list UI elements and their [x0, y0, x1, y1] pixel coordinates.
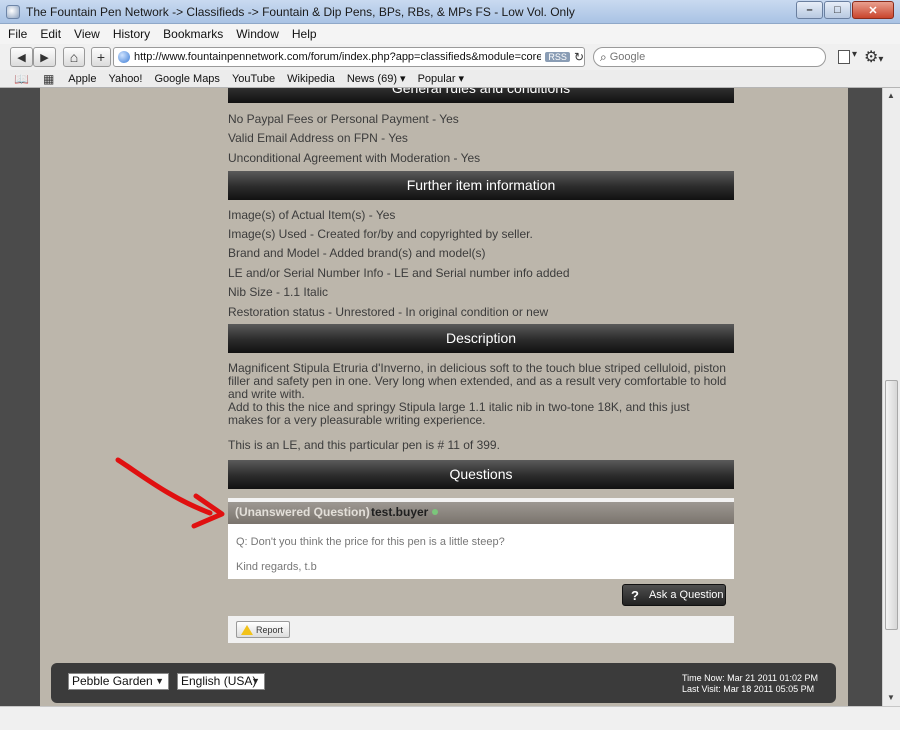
window-title: The Fountain Pen Network -> Classifieds …: [26, 5, 575, 19]
question-status: (Unanswered Question): [235, 505, 370, 519]
gear-icon[interactable]: ⚙▾: [864, 47, 883, 67]
last-visit: Last Visit: Mar 18 2011 05:05 PM: [681, 684, 815, 694]
minimize-button[interactable]: –: [796, 1, 823, 19]
further-info-line: Brand and Model - Added brand(s) and mod…: [228, 246, 486, 260]
question-signoff: Kind regards, t.b: [236, 561, 317, 573]
menu-file[interactable]: File: [8, 27, 27, 41]
gear-glyph: ⚙: [864, 49, 879, 66]
gear-caret: ▾: [878, 54, 884, 65]
language-select[interactable]: English (USA) ▼: [177, 673, 265, 690]
menu-bookmarks[interactable]: Bookmarks: [163, 27, 223, 41]
bookmark-news[interactable]: News (69) ▾: [347, 72, 406, 85]
menu-window[interactable]: Window: [236, 27, 279, 41]
bookmark-apple[interactable]: Apple: [68, 73, 96, 85]
description-paragraph: Add to this the nice and springy Stipula…: [228, 400, 690, 427]
language-select-value: English (USA): [181, 674, 257, 688]
bookmark-popular[interactable]: Popular ▾: [418, 72, 465, 85]
question-card-header: (Unanswered Question) test.buyer: [228, 498, 734, 524]
question-mark-icon: ?: [631, 587, 639, 603]
question-author[interactable]: test.buyer: [371, 505, 428, 519]
scroll-up-icon[interactable]: ▲: [887, 91, 895, 100]
menu-edit[interactable]: Edit: [40, 27, 61, 41]
general-rule-line: No Paypal Fees or Personal Payment - Yes: [228, 112, 459, 126]
questions-header: Questions: [228, 460, 734, 489]
search-icon: ⌕: [600, 49, 607, 64]
home-button[interactable]: ⌂: [63, 47, 85, 67]
menu-history[interactable]: History: [113, 27, 150, 41]
general-rule-line: Unconditional Agreement with Moderation …: [228, 151, 481, 165]
search-input[interactable]: [609, 51, 810, 63]
report-bar: Report: [228, 616, 734, 643]
time-info: Time Now: Mar 21 2011 01:02 PM Last Visi…: [682, 673, 818, 695]
page-menu-icon[interactable]: [838, 49, 857, 64]
further-info-line: Image(s) of Actual Item(s) - Yes: [228, 208, 396, 222]
description-paragraph: This is an LE, and this particular pen i…: [228, 438, 500, 452]
bookmark-wikipedia[interactable]: Wikipedia: [287, 73, 335, 85]
scrollbar-thumb[interactable]: [885, 380, 898, 630]
window-controls: – □ ✕: [795, 1, 894, 19]
further-info-line: Restoration status - Unrestored - In ori…: [228, 305, 549, 319]
menu-bar: File Edit View History Bookmarks Window …: [0, 24, 900, 44]
skin-select-value: Pebble Garden: [72, 674, 153, 688]
search-box[interactable]: ⌕: [593, 47, 826, 67]
add-bookmark-button[interactable]: +: [91, 47, 111, 67]
globe-icon: [118, 51, 130, 63]
further-info-line: Nib Size - 1.1 Italic: [228, 285, 329, 299]
question-text: Q: Don't you think the price for this pe…: [236, 536, 505, 548]
url-text[interactable]: http://www.fountainpennetwork.com/forum/…: [134, 51, 541, 63]
report-button[interactable]: Report: [236, 621, 290, 638]
vertical-scrollbar[interactable]: ▲ ▼: [882, 88, 900, 706]
chevron-down-icon: ▼: [251, 676, 260, 686]
rss-badge[interactable]: RSS: [545, 52, 570, 62]
browser-icon: [6, 5, 20, 19]
bookmark-google-maps[interactable]: Google Maps: [155, 73, 220, 85]
chevron-down-icon: ▼: [155, 676, 164, 686]
warning-icon: [241, 624, 253, 635]
forward-button[interactable]: ▶: [33, 47, 56, 67]
bookmarks-bar: 📖 ▦ Apple Yahoo! Google Maps YouTube Wik…: [0, 70, 900, 88]
ask-question-button[interactable]: ? Ask a Question: [622, 584, 726, 606]
bookmark-youtube[interactable]: YouTube: [232, 73, 275, 85]
page-footer: Pebble Garden ▼ English (USA) ▼ Time Now…: [51, 663, 836, 703]
further-info-line: Image(s) Used - Created for/by and copyr…: [228, 227, 533, 241]
further-info-header: Further item information: [228, 171, 734, 200]
scroll-down-icon[interactable]: ▼: [887, 693, 895, 702]
title-bar: The Fountain Pen Network -> Classifieds …: [0, 0, 900, 24]
question-card: (Unanswered Question) test.buyer Q: Don'…: [228, 498, 734, 579]
description-paragraph: Magnificent Stipula Etruria d'Inverno, i…: [228, 361, 727, 401]
user-status-icon: [432, 509, 438, 515]
description-header: Description: [228, 324, 734, 353]
back-button[interactable]: ◀: [10, 47, 33, 67]
menu-help[interactable]: Help: [292, 27, 317, 41]
time-now: Time Now: Mar 21 2011 01:02 PM: [681, 673, 818, 683]
nav-toolbar: ◀ ▶ ⌂ + http://www.fountainpennetwork.co…: [0, 44, 900, 70]
address-bar[interactable]: http://www.fountainpennetwork.com/forum/…: [113, 47, 585, 67]
reload-icon[interactable]: ↻: [574, 50, 584, 64]
skin-select[interactable]: Pebble Garden ▼: [68, 673, 169, 690]
top-sites-icon[interactable]: ▦: [43, 72, 54, 86]
ask-question-label: Ask a Question: [648, 589, 724, 601]
maximize-button[interactable]: □: [824, 1, 851, 19]
menu-view[interactable]: View: [74, 27, 100, 41]
status-bar: [0, 706, 900, 730]
red-arrow-annotation: [115, 457, 225, 529]
further-info-line: LE and/or Serial Number Info - LE and Se…: [228, 266, 570, 280]
report-label: Report: [256, 624, 284, 635]
page-viewport: General rules and conditions No Paypal F…: [0, 88, 882, 706]
general-rule-line: Valid Email Address on FPN - Yes: [228, 131, 408, 145]
general-rules-header: General rules and conditions: [228, 88, 734, 103]
bookmark-yahoo[interactable]: Yahoo!: [108, 73, 142, 85]
reader-icon[interactable]: 📖: [14, 72, 29, 86]
close-button[interactable]: ✕: [852, 1, 894, 19]
